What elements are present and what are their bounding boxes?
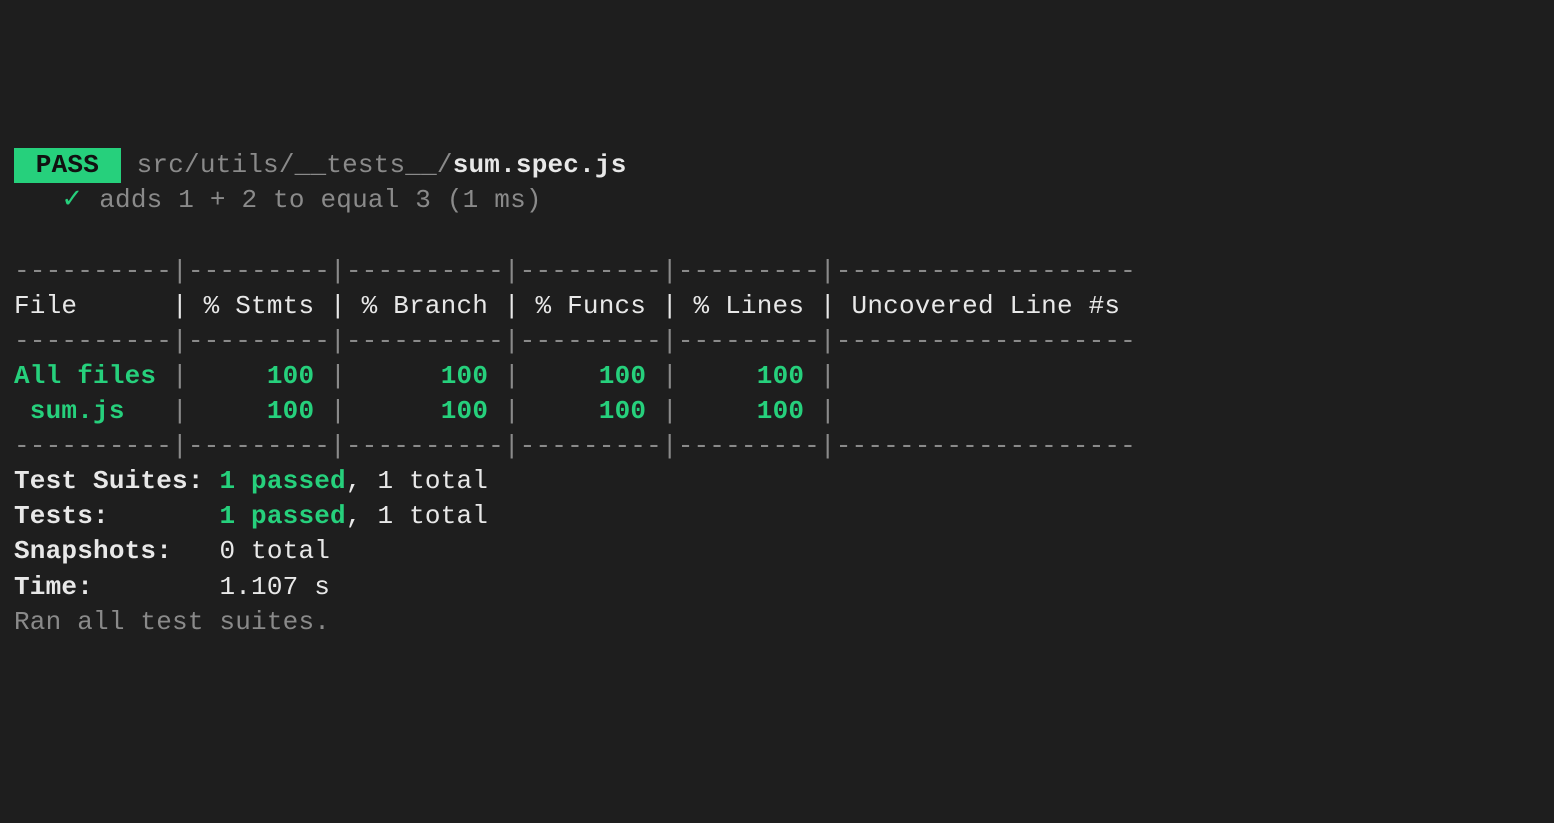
coverage-header-row: File | % Stmts | % Branch | % Funcs | % … bbox=[14, 291, 1136, 321]
coverage-cell-value: 100 bbox=[188, 396, 330, 426]
coverage-pipe: | bbox=[662, 396, 678, 426]
summary-suites-passed: 1 passed bbox=[219, 466, 345, 496]
coverage-row-file: All files bbox=[14, 361, 156, 391]
summary-time-label: Time: bbox=[14, 572, 219, 602]
coverage-cell-value: 100 bbox=[188, 361, 330, 391]
coverage-pipe: | bbox=[172, 396, 188, 426]
coverage-cell-empty bbox=[156, 396, 172, 426]
coverage-rule-mid: ----------|---------|----------|--------… bbox=[14, 326, 1136, 356]
coverage-cell-value: 100 bbox=[520, 361, 662, 391]
summary-time-value: 1.107 s bbox=[219, 572, 330, 602]
coverage-cell-value: 100 bbox=[678, 361, 820, 391]
coverage-pipe: | bbox=[504, 396, 520, 426]
summary-snaps-label: Snapshots: bbox=[14, 536, 219, 566]
test-result-indent bbox=[14, 185, 61, 215]
coverage-rows: All files | 100 | 100 | 100 | 100 | sum.… bbox=[14, 361, 852, 426]
coverage-pipe: | bbox=[172, 361, 188, 391]
summary-snaps-value: 0 total bbox=[219, 536, 330, 566]
coverage-cell-value: 100 bbox=[346, 361, 504, 391]
coverage-cell-empty bbox=[836, 396, 852, 426]
coverage-cell-value: 100 bbox=[520, 396, 662, 426]
coverage-cell-empty bbox=[836, 361, 852, 391]
coverage-rule-top: ----------|---------|----------|--------… bbox=[14, 256, 1136, 286]
test-file-path-dim: src/utils/__tests__/ bbox=[121, 150, 453, 180]
coverage-pipe: | bbox=[504, 361, 520, 391]
summary-suites-label: Test Suites: bbox=[14, 466, 219, 496]
coverage-pipe: | bbox=[662, 361, 678, 391]
coverage-cell-value: 100 bbox=[678, 396, 820, 426]
coverage-pipe: | bbox=[820, 396, 836, 426]
coverage-pipe: | bbox=[330, 396, 346, 426]
summary-tests-rest: , 1 total bbox=[346, 501, 488, 531]
terminal-output: PASS src/utils/__tests__/sum.spec.js ✓ a… bbox=[14, 148, 1540, 639]
coverage-cell-value: 100 bbox=[346, 396, 504, 426]
coverage-pipe: | bbox=[820, 361, 836, 391]
summary-tests-passed: 1 passed bbox=[219, 501, 345, 531]
test-result-description: adds 1 + 2 to equal 3 (1 ms) bbox=[83, 185, 541, 215]
coverage-row-file: sum.js bbox=[14, 396, 156, 426]
summary-suites-rest: , 1 total bbox=[346, 466, 488, 496]
check-icon: ✓ bbox=[61, 185, 83, 215]
test-file-name: sum.spec.js bbox=[453, 150, 627, 180]
coverage-pipe: | bbox=[330, 361, 346, 391]
coverage-cell-empty bbox=[156, 361, 172, 391]
summary-tests-label: Tests: bbox=[14, 501, 219, 531]
summary-ran-line: Ran all test suites. bbox=[14, 607, 330, 637]
coverage-rule-bot: ----------|---------|----------|--------… bbox=[14, 431, 1136, 461]
pass-badge: PASS bbox=[14, 148, 121, 183]
